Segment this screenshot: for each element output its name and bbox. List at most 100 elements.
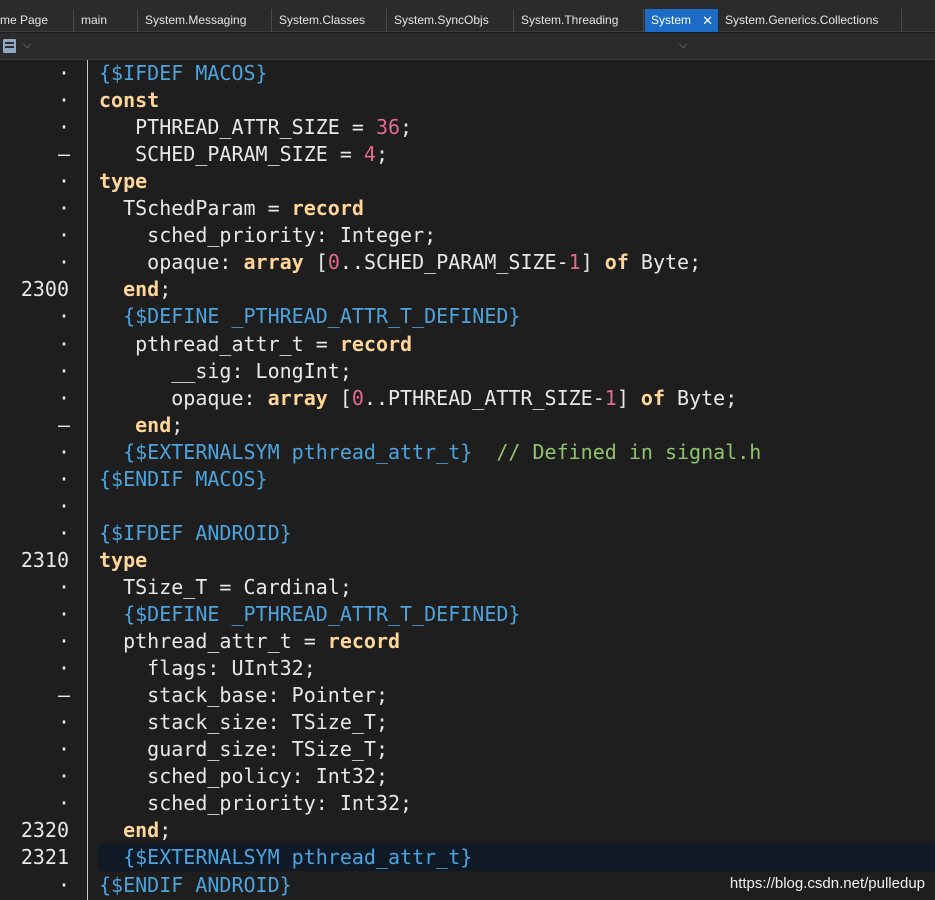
code-line: stack_base: Pointer; [99, 682, 388, 709]
line-number: · [57, 61, 70, 85]
line-number: 2300 [20, 277, 69, 302]
code-token: ; [375, 142, 388, 167]
close-icon[interactable]: ✕ [702, 9, 713, 32]
code-line: flags: UInt32; [99, 655, 316, 682]
code-line: {$IFDEF ANDROID} [99, 520, 292, 547]
tab-label: System.Messaging [145, 13, 247, 27]
code-token: {$ENDIF ANDROID} [99, 872, 292, 897]
line-number: – [57, 683, 70, 708]
chevron-down-icon[interactable]: ⌵ [23, 38, 31, 52]
code-token: flags: UInt32; [99, 656, 316, 681]
code-token: {$EXTERNALSYM pthread_attr_t} [99, 845, 473, 870]
code-token: type [99, 169, 148, 194]
line-number: · [57, 493, 70, 518]
code-token: ; [159, 277, 172, 302]
code-line: SCHED_PARAM_SIZE = 4; [99, 141, 388, 168]
code-line: end; [99, 276, 171, 303]
line-number: 2310 [20, 547, 69, 572]
line-number: · [57, 385, 70, 410]
code-token: {$ENDIF MACOS} [99, 466, 268, 491]
line-number: 2321 [20, 845, 69, 870]
tab-system-messaging[interactable]: System.Messaging [139, 9, 272, 32]
tab-main[interactable]: main [75, 9, 138, 32]
line-number: · [57, 520, 70, 545]
code-token: {$IFDEF MACOS} [99, 61, 268, 85]
line-number: · [57, 88, 70, 113]
code-token: [ [303, 250, 328, 275]
code-token: sched_priority: Integer; [99, 223, 437, 248]
code-line: PTHREAD_ATTR_SIZE = 36; [99, 114, 412, 141]
code-line: TSize_T = Cardinal; [99, 574, 352, 601]
line-number: · [57, 196, 70, 221]
code-token: end [123, 277, 160, 302]
line-number: · [57, 250, 70, 275]
code-line: opaque: array [0..PTHREAD_ATTR_SIZE-1] o… [99, 385, 737, 412]
code-token: 4 [363, 142, 376, 167]
code-token: of [640, 385, 665, 410]
line-number-gutter: · · · – · · · · 2300 · · · · – · · · · 2310 · · · · – · · · · 2320 23… [0, 60, 88, 900]
tab-label: System.Generics.Collections [725, 13, 879, 27]
code-token: __sig: LongInt; [99, 358, 352, 383]
code-line: {$EXTERNALSYM pthread_attr_t} // Defined… [99, 439, 761, 466]
line-number: · [57, 304, 70, 329]
line-number: · [57, 574, 70, 599]
code-token: TSchedParam = [99, 196, 292, 221]
code-line: const [99, 87, 159, 114]
tab-label: System.SyncObjs [394, 13, 489, 27]
code-token: stack_base: Pointer; [99, 683, 388, 708]
code-line: {$EXTERNALSYM pthread_attr_t} [99, 844, 472, 871]
tab-system[interactable]: System ✕ [645, 9, 718, 32]
chevron-down-icon[interactable]: ⌵ [679, 38, 687, 52]
code-token: {$DEFINE _PTHREAD_ATTR_T_DEFINED} [99, 304, 521, 329]
tab-system-classes[interactable]: System.Classes [273, 9, 387, 32]
line-number: · [57, 872, 70, 897]
tab-label: System [651, 13, 692, 27]
code-line: {$DEFINE _PTHREAD_ATTR_T_DEFINED} [99, 303, 520, 330]
line-number: · [57, 737, 70, 762]
line-number: · [57, 223, 70, 248]
code-token: array [243, 250, 304, 275]
code-token: 0 [351, 385, 364, 410]
code-token: sched_policy: Int32; [99, 764, 388, 789]
tab-system-generics-collections[interactable]: System.Generics.Collections [719, 9, 902, 32]
code-line: guard_size: TSize_T; [99, 736, 388, 763]
line-number: · [57, 602, 70, 626]
code-token: Byte; [665, 385, 738, 410]
code-token: const [99, 88, 160, 113]
code-token: type [99, 547, 148, 572]
line-number: – [57, 412, 70, 437]
code-token: end [135, 412, 172, 437]
code-token: SCHED_PARAM_SIZE = [99, 142, 364, 167]
line-number: · [57, 115, 70, 140]
code-line: sched_priority: Int32; [99, 790, 412, 817]
code-token: opaque: [99, 250, 244, 275]
code-token: ..PTHREAD_ATTR_SIZE- [363, 385, 605, 410]
code-line: TSchedParam = record [99, 195, 364, 222]
code-token: PTHREAD_ATTR_SIZE = [99, 115, 376, 140]
file-list-icon[interactable] [3, 39, 16, 53]
tab-home-page[interactable]: me Page [0, 9, 74, 32]
code-editor[interactable]: {$IFDEF MACOS} const PTHREAD_ATTR_SIZE = … [89, 60, 935, 900]
code-line: pthread_attr_t = record [99, 628, 400, 655]
code-token: ..SCHED_PARAM_SIZE- [339, 250, 569, 275]
code-token: ; [171, 412, 184, 437]
line-number: · [57, 710, 70, 735]
tab-system-syncobjs[interactable]: System.SyncObjs [388, 9, 514, 32]
tab-label: me Page [0, 13, 49, 27]
code-token: {$DEFINE _PTHREAD_ATTR_T_DEFINED} [99, 602, 521, 626]
code-token: {$EXTERNALSYM pthread_attr_t} [99, 439, 473, 464]
editor-tab-bar: me Page main System.Messaging System.Cla… [0, 0, 935, 32]
code-token: array [267, 385, 328, 410]
tab-system-threading[interactable]: System.Threading [515, 9, 644, 32]
code-token: 36 [375, 115, 401, 140]
line-number: · [57, 791, 70, 816]
line-number: · [57, 764, 70, 789]
code-line: pthread_attr_t = record [99, 331, 412, 358]
code-line: sched_policy: Int32; [99, 763, 388, 790]
code-token: ; [400, 115, 413, 140]
code-token: ; [159, 818, 172, 843]
code-token: end [123, 818, 160, 843]
code-token: sched_priority: Int32; [99, 791, 413, 816]
tab-label: main [81, 13, 108, 27]
